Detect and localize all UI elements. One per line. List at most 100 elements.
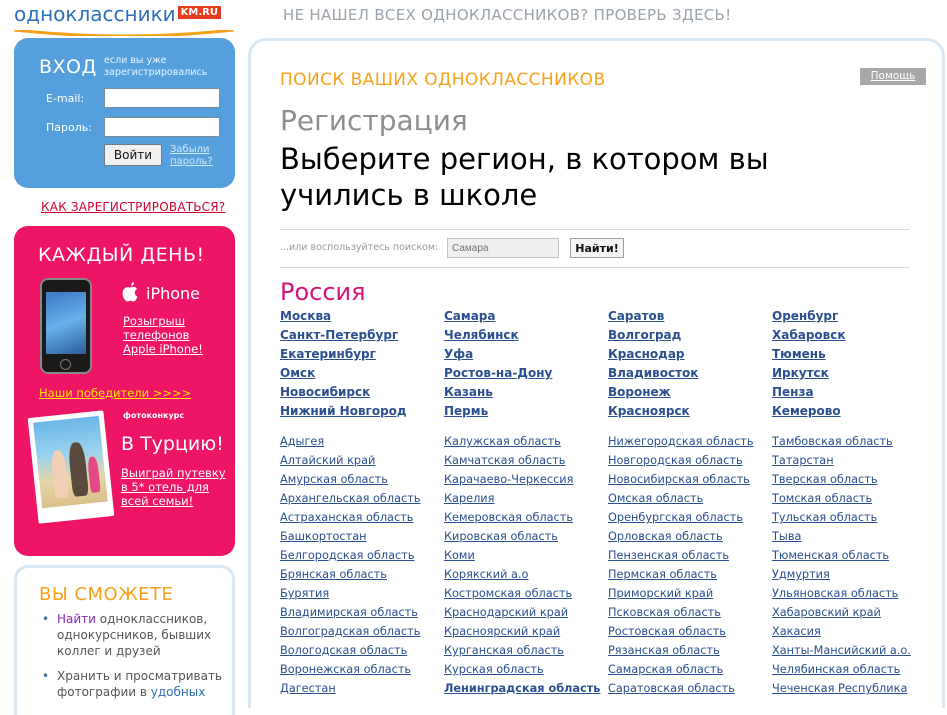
search-button[interactable]: Найти! xyxy=(570,238,624,258)
city-link[interactable]: Волгоград xyxy=(608,328,681,342)
phone-home-button xyxy=(60,359,71,370)
region-link[interactable]: Тульская область xyxy=(772,511,877,524)
feature-highlight[interactable]: удобных xyxy=(151,685,206,699)
city-link[interactable]: Нижний Новгород xyxy=(280,404,407,418)
region-link[interactable]: Архангельская область xyxy=(280,492,420,505)
region-link[interactable]: Астраханская область xyxy=(280,511,413,524)
region-link[interactable]: Самарская область xyxy=(608,663,723,676)
region-link[interactable]: Ленинградская область xyxy=(444,682,600,695)
region-link[interactable]: Тамбовская область xyxy=(772,435,893,448)
region-link[interactable]: Карелия xyxy=(444,492,494,505)
region-link[interactable]: Башкортостан xyxy=(280,530,367,543)
city-link[interactable]: Саратов xyxy=(608,309,664,323)
region-link[interactable]: Томская область xyxy=(772,492,872,505)
city-link[interactable]: Уфа xyxy=(444,347,473,361)
region-link[interactable]: Рязанская область xyxy=(608,644,720,657)
region-link[interactable]: Чеченская Республика xyxy=(772,682,907,695)
city-link[interactable]: Челябинск xyxy=(444,328,519,342)
region-link[interactable]: Вологодская область xyxy=(280,644,407,657)
city-link[interactable]: Омск xyxy=(280,366,315,380)
region-link[interactable]: Краснодарский край xyxy=(444,606,568,619)
password-input[interactable] xyxy=(104,117,220,137)
turkey-title: В Турцию! xyxy=(121,433,224,455)
iphone-raffle-link[interactable]: Розыгрыш телефонов Apple iPhone! xyxy=(123,314,218,356)
region-link[interactable]: Амурская область xyxy=(280,473,388,486)
region-link[interactable]: Приморский край xyxy=(608,587,713,600)
photo-contest-label: фотоконкурс xyxy=(123,411,185,420)
region-link[interactable]: Калужская область xyxy=(444,435,561,448)
turkey-trip-link[interactable]: Выиграй путевку в 5* отель для всей семь… xyxy=(121,466,227,508)
city-link[interactable]: Кемерово xyxy=(772,404,841,418)
city-link[interactable]: Екатеринбург xyxy=(280,347,376,361)
region-link[interactable]: Тверская область xyxy=(772,473,878,486)
city-link[interactable]: Казань xyxy=(444,385,493,399)
region-link[interactable]: Тюменская область xyxy=(772,549,889,562)
region-link[interactable]: Брянская область xyxy=(280,568,387,581)
search-input[interactable] xyxy=(447,238,559,258)
city-link[interactable]: Пенза xyxy=(772,385,814,399)
city-link[interactable]: Пермь xyxy=(444,404,488,418)
city-link[interactable]: Хабаровск xyxy=(772,328,846,342)
city-link[interactable]: Самара xyxy=(444,309,496,323)
region-link[interactable]: Курганская область xyxy=(444,644,564,657)
region-link[interactable]: Камчатская область xyxy=(444,454,565,467)
region-link[interactable]: Кемеровская область xyxy=(444,511,573,524)
city-link[interactable]: Санкт-Петербург xyxy=(280,328,398,342)
region-link[interactable]: Пензенская область xyxy=(608,549,729,562)
region-link[interactable]: Пермская область xyxy=(608,568,717,581)
city-link[interactable]: Владивосток xyxy=(608,366,698,380)
top-banner-link[interactable]: НЕ НАШЕЛ ВСЕХ ОДНОКЛАССНИКОВ? ПРОВЕРЬ ЗД… xyxy=(283,6,731,24)
region-link[interactable]: Ханты-Мансийский а.о. xyxy=(772,644,911,657)
region-link[interactable]: Волгоградская область xyxy=(280,625,420,638)
region-link[interactable]: Саратовская область xyxy=(608,682,735,695)
region-link[interactable]: Нижегородская область xyxy=(608,435,754,448)
how-to-register-link[interactable]: КАК ЗАРЕГИСТРИРОВАТЬСЯ? xyxy=(41,200,225,214)
region-link[interactable]: Челябинская область xyxy=(772,663,900,676)
region-link[interactable]: Костромская область xyxy=(444,587,572,600)
region-link[interactable]: Новосибирская область xyxy=(608,473,750,486)
winners-link[interactable]: Наши победители >>>> xyxy=(39,386,191,400)
city-link[interactable]: Иркутск xyxy=(772,366,829,380)
region-link[interactable]: Новгородская область xyxy=(608,454,743,467)
region-link[interactable]: Дагестан xyxy=(280,682,336,695)
city-link[interactable]: Оренбург xyxy=(772,309,838,323)
region-link[interactable]: Алтайский край xyxy=(280,454,375,467)
city-link[interactable]: Краснодар xyxy=(608,347,685,361)
region-link[interactable]: Хабаровский край xyxy=(772,606,881,619)
help-button[interactable]: Помощь xyxy=(860,68,926,85)
region-link[interactable]: Владимирская область xyxy=(280,606,418,619)
city-link[interactable]: Новосибирск xyxy=(280,385,370,399)
region-link[interactable]: Корякский а.о xyxy=(444,568,528,581)
iphone-image[interactable] xyxy=(40,278,92,374)
region-link[interactable]: Воронежская область xyxy=(280,663,411,676)
login-button[interactable]: Войти xyxy=(104,144,162,166)
region-link[interactable]: Коми xyxy=(444,549,475,562)
region-link[interactable]: Хакасия xyxy=(772,625,821,638)
region-link[interactable]: Орловская область xyxy=(608,530,723,543)
city-link[interactable]: Ростов-на-Дону xyxy=(444,366,552,380)
city-link[interactable]: Москва xyxy=(280,309,331,323)
region-link[interactable]: Курская область xyxy=(444,663,544,676)
region-link[interactable]: Ульяновская область xyxy=(772,587,898,600)
city-link[interactable]: Воронеж xyxy=(608,385,671,399)
city-link[interactable]: Тюмень xyxy=(772,347,826,361)
region-link[interactable]: Псковская область xyxy=(608,606,721,619)
region-link[interactable]: Адыгея xyxy=(280,435,324,448)
region-link[interactable]: Оренбургская область xyxy=(608,511,743,524)
region-link[interactable]: Татарстан xyxy=(772,454,834,467)
city-link[interactable]: Красноярск xyxy=(608,404,690,418)
region-link[interactable]: Удмуртия xyxy=(772,568,830,581)
email-input[interactable] xyxy=(104,88,220,108)
region-link[interactable]: Омская область xyxy=(608,492,703,505)
site-logo[interactable]: одноклассники KM.RU xyxy=(14,2,234,36)
feature-highlight[interactable]: Найти xyxy=(57,612,96,626)
region-link[interactable]: Кировская область xyxy=(444,530,558,543)
region-link[interactable]: Бурятия xyxy=(280,587,329,600)
region-link[interactable]: Белгородская область xyxy=(280,549,414,562)
region-link[interactable]: Тыва xyxy=(772,530,801,543)
family-photo[interactable] xyxy=(27,410,115,524)
forgot-password-link[interactable]: Забыли пароль? xyxy=(170,144,230,168)
region-link[interactable]: Карачаево-Черкессия xyxy=(444,473,573,486)
region-link[interactable]: Ростовская область xyxy=(608,625,726,638)
region-link[interactable]: Красноярский край xyxy=(444,625,560,638)
